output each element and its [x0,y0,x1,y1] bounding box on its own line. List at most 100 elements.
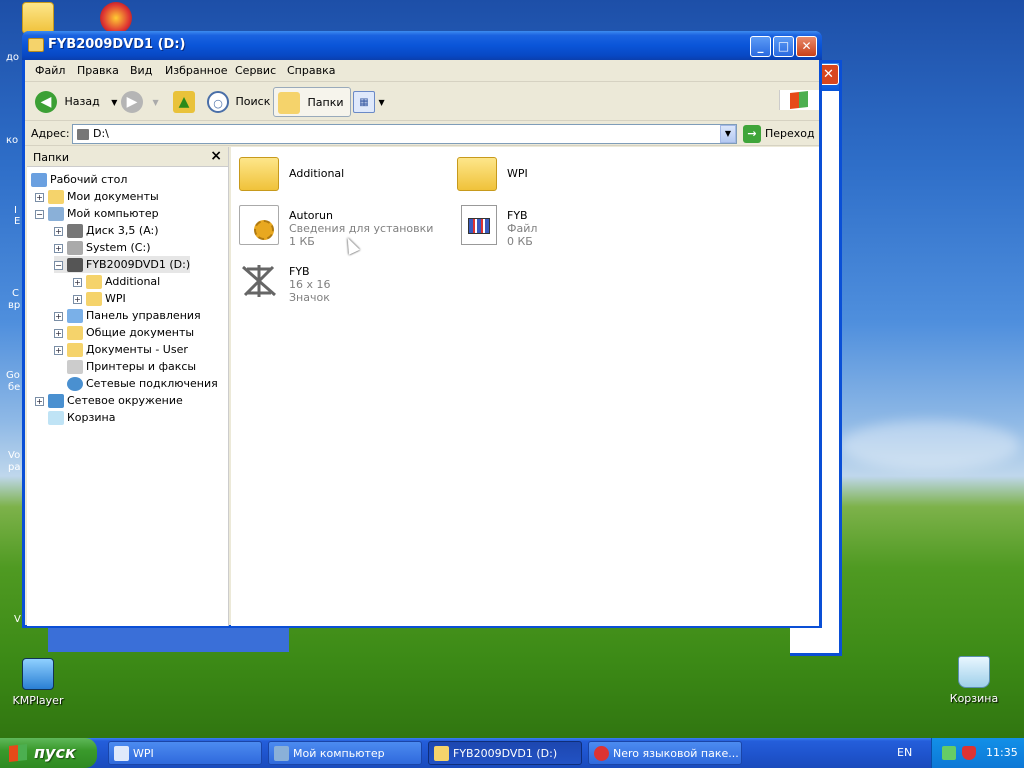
tree-item-user-documents[interactable]: + Документы - User [54,341,188,358]
expand-icon[interactable]: + [54,226,63,236]
file-item-wpi[interactable]: WPI [457,153,657,201]
taskbar-item-nero[interactable]: Nero языковой паке... [588,741,742,765]
taskbar-item-dvd[interactable]: FYB2009DVD1 (D:) [428,741,582,765]
desktop-fragment: E [14,216,21,227]
kmplayer-icon [22,658,54,690]
tree-item-recycle-bin[interactable]: Корзина [48,409,115,426]
expand-icon[interactable]: + [73,277,82,287]
close-pane-icon[interactable]: × [210,148,222,164]
tree-item-desktop[interactable]: Рабочий стол [31,171,127,188]
tree-item-wpi[interactable]: + WPI [73,290,126,307]
folders-icon [278,92,300,114]
hard-drive-icon [67,241,83,255]
address-value: D:\ [93,127,109,140]
folder-icon [434,746,449,761]
tree-item-my-computer[interactable]: − Мой компьютер [35,205,159,222]
folder-icon [239,157,279,191]
back-label: Назад [64,95,100,108]
language-indicator[interactable]: EN [897,746,912,759]
tree-item-network-connections[interactable]: Сетевые подключения [67,375,218,392]
toolbar: ◀ Назад ▼ ▶ ▼ ▲ ○ Поиск Папки ▦ ▼ [25,83,819,121]
menu-view[interactable]: Вид [130,64,152,77]
tree-item-additional[interactable]: + Additional [73,273,160,290]
taskbar-item-wpi[interactable]: WPI [108,741,262,765]
background-window-panel [48,628,289,652]
start-button[interactable]: пуск [0,738,97,768]
expand-icon[interactable]: + [73,294,82,304]
folder-icon [48,190,64,204]
close-button[interactable]: ✕ [796,36,817,57]
taskbar-item-my-computer[interactable]: Мой компьютер [268,741,422,765]
menu-help[interactable]: Справка [287,64,335,77]
nero-icon [594,746,609,761]
expand-icon[interactable]: + [54,328,63,338]
explorer-window: FYB2009DVD1 (D:) _ □ ✕ Файл Правка Вид И… [22,31,822,628]
expand-icon[interactable]: + [35,396,44,406]
cloud [840,420,1020,470]
menu-file[interactable]: Файл [35,64,65,77]
file-item-additional[interactable]: Additional [239,153,439,201]
network-tray-icon[interactable] [942,746,956,760]
desktop-icon-recycle-bin[interactable]: Корзина [938,656,1010,705]
address-input[interactable]: D:\ [72,124,737,144]
tree-item-floppy[interactable]: + Диск 3,5 (A:) [54,222,159,239]
tree-item-shared-documents[interactable]: + Общие документы [54,324,194,341]
taskbar-item-label: Nero языковой паке... [613,747,739,760]
views-button[interactable]: ▦ ▼ [353,87,385,117]
search-label: Поиск [235,95,271,108]
title-bar[interactable]: FYB2009DVD1 (D:) _ □ ✕ [22,31,822,60]
search-button[interactable]: ○ Поиск [207,87,270,117]
address-dropdown-button[interactable]: ▼ [720,125,736,143]
desktop-icon [31,173,47,187]
menu-favorites[interactable]: Избранное [165,64,227,77]
file-list: Additional WPI Autorun Сведения для уста… [231,147,819,626]
desktop-icon-kmplayer[interactable]: KMPlayer [2,658,74,707]
desktop-fragment: ко [6,135,19,146]
dvd-drive-icon [67,258,83,272]
up-folder-button[interactable]: ▲ [173,87,195,117]
file-item-fyb-file[interactable]: FYB Файл 0 КБ [459,205,619,253]
clock[interactable]: 11:35 [986,746,1018,759]
network-icon [67,377,83,391]
back-button[interactable]: ◀ Назад ▼ [35,87,117,117]
folder-icon [28,38,44,52]
file-name: Additional [289,167,345,180]
tree-label: Мои документы [67,190,159,203]
maximize-button[interactable]: □ [773,36,794,57]
security-shield-icon[interactable] [962,746,976,760]
tree-item-system-c[interactable]: + System (C:) [54,239,151,256]
desktop-fragment: I [14,205,17,216]
expand-icon[interactable]: + [54,345,63,355]
tree-label: Общие документы [86,326,195,339]
dropdown-arrow-icon[interactable]: ▼ [111,98,117,107]
dropdown-arrow-icon[interactable]: ▼ [153,98,159,107]
nero-icon [100,2,132,34]
go-button[interactable]: → Переход [743,125,815,143]
printer-icon [67,360,83,374]
folders-button[interactable]: Папки [273,87,351,117]
tree-item-control-panel[interactable]: + Панель управления [54,307,201,324]
collapse-icon[interactable]: − [35,209,44,219]
recycle-bin-icon [48,411,64,425]
forward-button[interactable]: ▶ ▼ [121,87,159,117]
computer-icon [48,207,64,221]
menu-tools[interactable]: Сервис [235,64,276,77]
file-item-fyb-icon[interactable]: FYB 16 x 16 Значок [239,261,399,309]
desktop-icon-label: KMPlayer [12,694,64,707]
file-size: 0 КБ [507,235,533,248]
tree-label: Сетевое окружение [67,394,183,407]
expand-icon[interactable]: + [54,243,63,253]
tree-item-network-places[interactable]: + Сетевое окружение [35,392,183,409]
desktop-fragment: вр [8,300,21,311]
expand-icon[interactable]: + [54,311,63,321]
network-places-icon [48,394,64,408]
minimize-button[interactable]: _ [750,36,771,57]
expand-icon[interactable]: + [35,192,44,202]
tree-label: Сетевые подключения [86,377,218,390]
tree-item-dvd-d[interactable]: − FYB2009DVD1 (D:) [54,256,191,273]
menu-edit[interactable]: Правка [77,64,119,77]
tree-item-my-documents[interactable]: + Мои документы [35,188,159,205]
tree-item-printers[interactable]: Принтеры и факсы [67,358,196,375]
desktop-fragment: Go [6,370,20,381]
collapse-icon[interactable]: − [54,260,63,270]
